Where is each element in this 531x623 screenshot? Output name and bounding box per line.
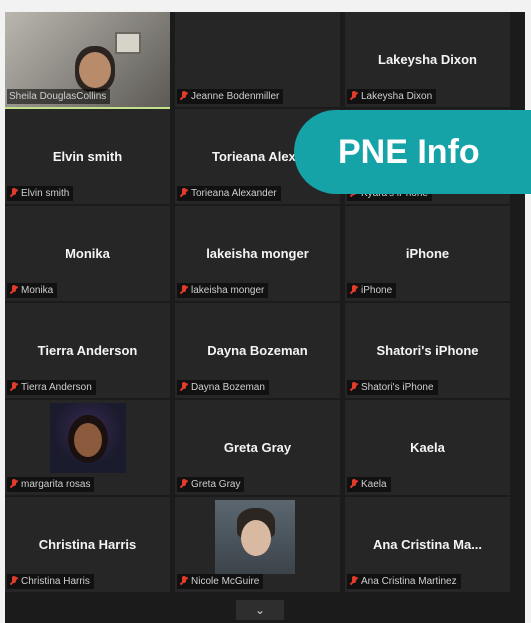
participant-nameplate: Christina Harris	[7, 574, 94, 589]
participant-nameplate: margarita rosas	[7, 477, 95, 492]
pne-info-banner: PNE Info	[294, 110, 531, 194]
mic-muted-icon	[9, 285, 18, 296]
participant-name-label: lakeisha monger	[191, 285, 265, 296]
participant-tile[interactable]: iPhone iPhone	[345, 206, 510, 303]
mic-muted-icon	[9, 188, 18, 199]
participant-nameplate: lakeisha monger	[177, 283, 269, 298]
participant-name-label: Greta Gray	[191, 479, 241, 490]
mic-muted-icon	[349, 285, 358, 296]
participant-tile[interactable]: Kaela Kaela	[345, 400, 510, 497]
participant-display-name: Shatori's iPhone	[376, 343, 479, 358]
participant-name-label: Monika	[21, 285, 54, 296]
participant-display-name: Greta Gray	[223, 440, 292, 455]
participant-nameplate: Sheila DouglasCollins	[7, 89, 111, 104]
participant-video	[50, 403, 126, 473]
participant-grid: Sheila DouglasCollins Jeanne Bodenmiller L…	[5, 12, 510, 594]
mic-muted-icon	[349, 382, 358, 393]
participant-nameplate: Elvin smith	[7, 186, 74, 201]
participant-display-name: lakeisha monger	[206, 246, 309, 261]
mic-muted-icon	[179, 91, 188, 102]
participant-name-label: Christina Harris	[21, 576, 90, 587]
participant-tile[interactable]: Monika Monika	[5, 206, 170, 303]
participant-display-name: Dayna Bozeman	[207, 343, 308, 358]
participant-name-label: Nicole McGuire	[191, 576, 260, 587]
mic-muted-icon	[179, 285, 188, 296]
participant-tile[interactable]: Ana Cristina Ma... Ana Cristina Martinez	[345, 497, 510, 594]
participant-nameplate: Torieana Alexander	[177, 186, 281, 201]
participant-nameplate: Greta Gray	[177, 477, 245, 492]
participant-name-label: Sheila DouglasCollins	[9, 91, 107, 102]
participant-display-name: Christina Harris	[38, 537, 137, 552]
mic-muted-icon	[349, 91, 358, 102]
mic-muted-icon	[9, 382, 18, 393]
mic-muted-icon	[179, 382, 188, 393]
participant-nameplate: Ana Cristina Martinez	[347, 574, 461, 589]
participant-display-name: Monika	[65, 246, 110, 261]
mic-muted-icon	[9, 479, 18, 490]
participant-name-label: Jeanne Bodenmiller	[191, 91, 280, 102]
participant-nameplate: Lakeysha Dixon	[347, 89, 437, 104]
participant-tile[interactable]: Lakeysha Dixon Lakeysha Dixon	[345, 12, 510, 109]
participant-name-label: iPhone	[361, 285, 393, 296]
participant-tile[interactable]: Tierra Anderson Tierra Anderson	[5, 303, 170, 400]
participant-name-label: Tierra Anderson	[21, 382, 92, 393]
participant-name-label: Elvin smith	[21, 188, 70, 199]
participant-tile[interactable]: margarita rosas	[5, 400, 170, 497]
participant-name-label: Dayna Bozeman	[191, 382, 265, 393]
mic-muted-icon	[179, 479, 188, 490]
participant-nameplate: Tierra Anderson	[7, 380, 96, 395]
participant-tile[interactable]: Christina Harris Christina Harris	[5, 497, 170, 594]
participant-tile[interactable]: Dayna Bozeman Dayna Bozeman	[175, 303, 340, 400]
participant-video	[215, 500, 295, 574]
participant-name-label: Kaela	[361, 479, 387, 490]
mic-muted-icon	[179, 188, 188, 199]
participant-name-label: Shatori's iPhone	[361, 382, 434, 393]
participant-tile[interactable]: Nicole McGuire	[175, 497, 340, 594]
participant-tile[interactable]: Elvin smith Elvin smith	[5, 109, 170, 206]
participant-nameplate: Monika	[7, 283, 58, 298]
scroll-down-button[interactable]: ⌄	[236, 600, 284, 620]
participant-display-name: Ana Cristina Ma...	[372, 537, 483, 552]
participant-tile[interactable]: lakeisha monger lakeisha monger	[175, 206, 340, 303]
participant-nameplate: Kaela	[347, 477, 391, 492]
participant-name-label: Ana Cristina Martinez	[361, 576, 457, 587]
participant-name-label: margarita rosas	[21, 479, 91, 490]
participant-nameplate: Nicole McGuire	[177, 574, 264, 589]
participant-name-label: Lakeysha Dixon	[361, 91, 433, 102]
mic-muted-icon	[349, 479, 358, 490]
mic-muted-icon	[179, 576, 188, 587]
banner-text: PNE Info	[338, 132, 480, 171]
participant-display-name: iPhone	[405, 246, 450, 261]
participant-tile[interactable]: Sheila DouglasCollins	[5, 12, 170, 109]
participant-tile[interactable]: Jeanne Bodenmiller	[175, 12, 340, 109]
mic-muted-icon	[349, 576, 358, 587]
participant-display-name: Elvin smith	[52, 149, 123, 164]
participant-nameplate: Dayna Bozeman	[177, 380, 269, 395]
participant-display-name: Kaela	[410, 440, 445, 455]
participant-nameplate: Jeanne Bodenmiller	[177, 89, 284, 104]
chevron-down-icon: ⌄	[254, 603, 266, 617]
participant-name-label: Torieana Alexander	[191, 188, 277, 199]
participant-display-name: Tierra Anderson	[37, 343, 138, 358]
participant-nameplate: iPhone	[347, 283, 397, 298]
participant-nameplate: Shatori's iPhone	[347, 380, 438, 395]
participant-tile[interactable]: Shatori's iPhone Shatori's iPhone	[345, 303, 510, 400]
mic-muted-icon	[9, 576, 18, 587]
participant-display-name: Lakeysha Dixon	[378, 52, 477, 67]
participant-tile[interactable]: Greta Gray Greta Gray	[175, 400, 340, 497]
